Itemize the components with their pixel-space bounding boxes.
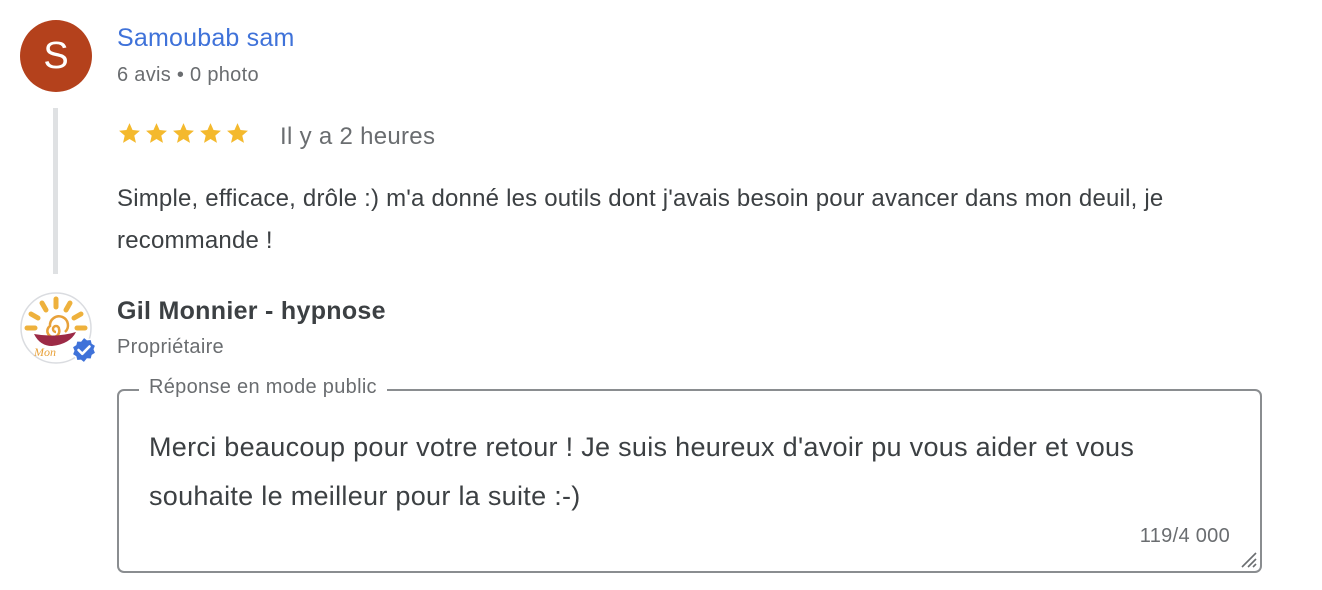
reply-text[interactable]: Merci beaucoup pour votre retour ! Je su… [149, 423, 1239, 521]
thread-line [53, 108, 58, 274]
owner-avatar[interactable]: Mon [20, 292, 97, 364]
character-counter: 119/4 000 [1139, 525, 1230, 547]
review-text: Simple, efficace, drôle :) m'a donné les… [117, 185, 1164, 254]
star-icon [173, 123, 194, 143]
reviewer-meta: 6 avis • 0 photo [117, 64, 259, 86]
star-icon [119, 123, 140, 143]
logo-text: Mon [33, 345, 56, 359]
star-icon [200, 123, 221, 143]
review-time: Il y a 2 heures [280, 123, 436, 150]
owner-role: Propriétaire [117, 336, 224, 358]
star-icon [146, 123, 167, 143]
reviewer-avatar[interactable]: S [20, 20, 92, 92]
resize-handle-icon[interactable] [1236, 547, 1258, 569]
star-rating [117, 121, 250, 146]
reviewer-name-link[interactable]: Samoubab sam [117, 24, 295, 53]
verified-badge-icon [71, 336, 97, 364]
star-icon [227, 123, 248, 143]
owner-name: Gil Monnier - hypnose [117, 297, 386, 325]
public-reply-textarea[interactable]: Réponse en mode public Merci beaucoup po… [117, 376, 1262, 573]
reply-field-label: Réponse en mode public [139, 376, 387, 399]
